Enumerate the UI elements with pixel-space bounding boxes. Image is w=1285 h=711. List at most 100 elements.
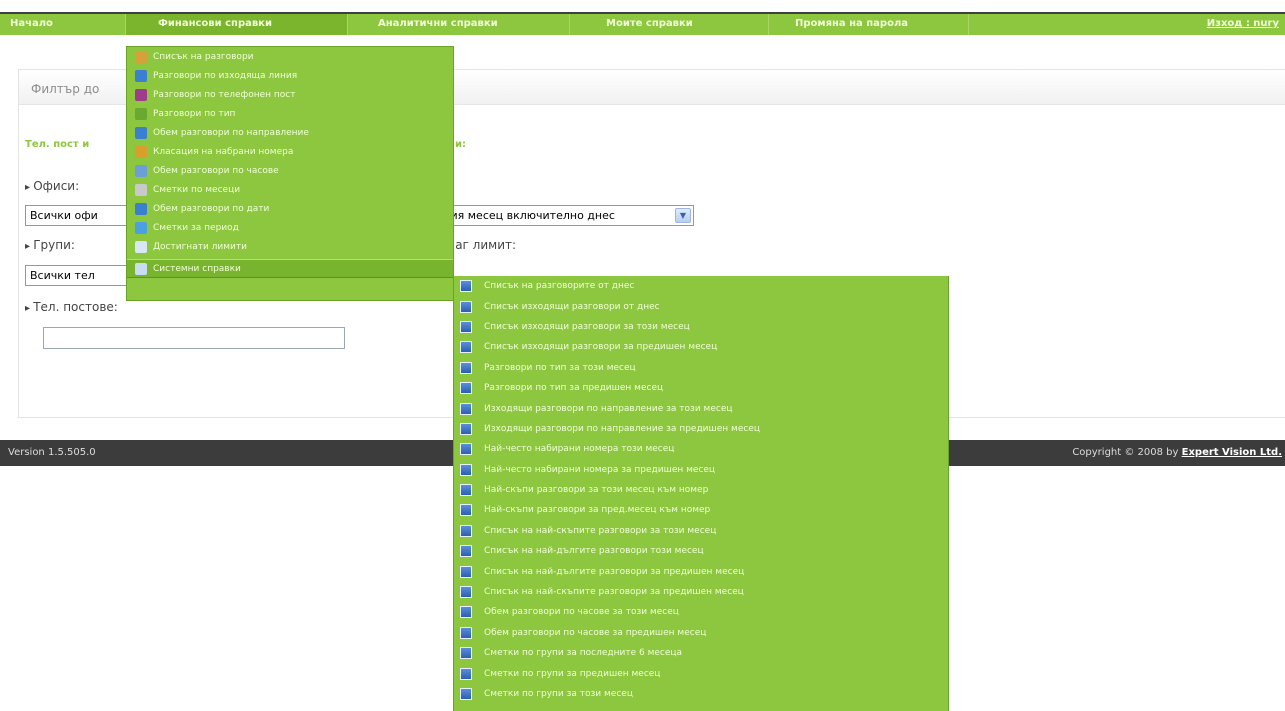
submenu-item[interactable]: Най-често набирани номера за предишен ме… [454,460,948,480]
report-icon [460,463,472,476]
submenu-item-label: Сметки по групи за последните 6 месеца [484,648,683,659]
chevron-down-icon[interactable]: ▼ [675,208,691,223]
submenu-item[interactable]: Най-често набирани номера този месец [454,439,948,459]
submenu-item[interactable]: Списък изходящи разговори за този месец [454,317,948,337]
offices-select[interactable]: Всички офи [25,205,135,226]
submenu-item-label: Изходящи разговори по направление за тоз… [484,403,733,414]
report-icon [460,320,472,333]
period-icon [135,221,147,234]
system-report-icon [135,262,147,275]
nav-financial-reports[interactable]: Финансови справки [126,14,348,35]
menu-item-label: Разговори по изходяща линия [153,70,298,81]
bar-chart-icon [135,126,147,139]
submenu-item-label: Списък на най-скъпите разговори за преди… [484,587,744,598]
submenu-item-label: Най-често набирани номера този месец [484,444,675,455]
submenu-item[interactable]: Списък на най-скъпите разговори за преди… [454,582,948,602]
submenu-item-label: Разговори по тип за предишен месец [484,383,664,394]
report-icon [460,688,472,700]
section-label-right: и: [455,139,467,150]
copyright-label: Copyright © 2008 by [1072,447,1179,458]
submenu-item[interactable]: Сметки по групи за този месец [454,684,948,704]
submenu-item[interactable]: Разговори по тип за предишен месец [454,378,948,398]
submenu-item[interactable]: Списък на най-дългите разговори този мес… [454,541,948,561]
report-icon [460,361,472,374]
submenu-item-label: Разговори по тип за този месец [484,362,636,373]
submenu-item-label: Най-често набирани номера за предишен ме… [484,464,716,475]
submenu-item[interactable]: Изходящи разговори по направление за тоз… [454,398,948,418]
posts-input[interactable] [43,327,345,349]
pie-icon [135,107,147,120]
logout-link[interactable]: Изход : nury [1207,14,1279,34]
menu-item[interactable]: Системни справки [127,259,453,278]
submenu-item-label: Сметки по групи за този месец [484,689,633,699]
submenu-item[interactable]: Сметки по групи за последните 6 месеца [454,643,948,663]
menu-item[interactable]: Списък на разговори [127,47,453,66]
report-icon [460,504,472,517]
menu-item[interactable]: Обем разговори по дати [127,199,453,218]
submenu-item[interactable]: Разговори по тип за този месец [454,358,948,378]
menu-item[interactable]: Разговори по изходяща линия [127,66,453,85]
nav-my-reports[interactable]: Моите справки [570,14,769,35]
report-icon [460,300,472,313]
menu-item-label: Обем разговори по направление [153,127,309,138]
menu-item[interactable]: Разговори по тип [127,104,453,123]
submenu-item[interactable]: Списък изходящи разговори от днес [454,296,948,316]
menu-item-label: Списък на разговори [153,51,254,62]
report-icon [460,626,472,639]
report-icon [460,647,472,660]
report-icon [460,565,472,578]
menu-item[interactable]: Обем разговори по направление [127,123,453,142]
groups-label: Групи: [25,238,75,252]
submenu-item[interactable]: Обем разговори по часове за предишен мес… [454,623,948,643]
groups-select[interactable]: Всички тел [25,265,135,286]
submenu-item-label: Изходящи разговори по направление за пре… [484,423,760,434]
submenu-item-label: Сметки по групи за предишен месец [484,668,661,679]
submenu-item[interactable]: Списък изходящи разговори за предишен ме… [454,337,948,357]
company-link[interactable]: Expert Vision Ltd. [1182,447,1282,458]
menu-item[interactable]: Разговори по телефонен пост [127,85,453,104]
menu-item[interactable]: Сметки по месеци [127,180,453,199]
menu-item[interactable]: Класация на набрани номера [127,142,453,161]
report-icon [460,667,472,680]
offices-label: Офиси: [25,179,79,193]
menu-item-label: Обем разговори по дати [153,203,270,214]
submenu-item[interactable]: Най-скъпи разговори за пред.месец към но… [454,500,948,520]
menu-item[interactable]: Сметки за период [127,218,453,237]
nav-home[interactable]: Начало [0,14,126,35]
menu-item-label: Класация на набрани номера [153,146,294,157]
menu-item-label: Сметки по месеци [153,184,241,195]
menu-item[interactable]: Обем разговори по часове [127,161,453,180]
report-icon [460,545,472,558]
report-icon [460,422,472,435]
ranking-icon [135,145,147,158]
menu-item-label: Достигнати лимити [153,241,247,252]
submenu-item-label: Списък изходящи разговори за този месец [484,321,690,332]
submenu-item[interactable]: Списък на най-скъпите разговори за този … [454,521,948,541]
nav-change-password[interactable]: Промяна на парола [769,14,969,35]
menu-item-label: Сметки за период [153,222,239,233]
limit-label: аг лимит: [447,238,516,252]
submenu-item-label: Списък на най-дългите разговори този мес… [484,546,704,557]
pencil-icon [135,50,147,63]
line-chart-icon [135,183,147,196]
submenu-item-label: Списък изходящи разговори от днес [484,301,660,312]
submenu-item[interactable]: Изходящи разговори по направление за пре… [454,419,948,439]
section-label: Тел. пост и [25,139,90,150]
submenu-item[interactable]: Списък на разговорите от днес [454,276,948,296]
menu-item[interactable]: Достигнати лимити [127,237,453,256]
period-select[interactable]: ция месец включително днес ▼ [427,205,694,226]
report-icon [460,606,472,619]
submenu-item[interactable]: Списък на най-дългите разговори за преди… [454,561,948,581]
submenu-item[interactable]: Обем разговори по часове за този месец [454,602,948,622]
report-icon [460,443,472,456]
area-chart-icon [135,88,147,101]
report-icon [460,341,472,354]
submenu-item-label: Списък изходящи разговори за предишен ме… [484,342,718,353]
submenu-item[interactable]: Най-скъпи разговори за този месец към но… [454,480,948,500]
system-reports-submenu: Списък на разговорите от днес Списък изхо… [453,276,949,711]
page: Начало Финансови справки Аналитични спра… [0,0,1285,711]
nav-analytic-reports[interactable]: Аналитични справки [348,14,570,35]
submenu-item[interactable]: Сметки по групи за предишен месец [454,663,948,683]
posts-label: Тел. постове: [25,300,118,314]
report-icon [460,524,472,537]
